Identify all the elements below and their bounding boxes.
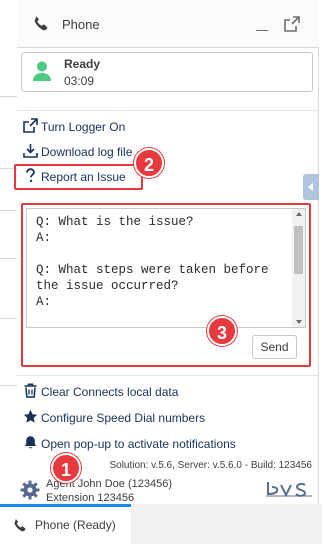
minimize-icon[interactable] <box>254 14 272 34</box>
softphone-panel: Phone Ready 03:09 Turn Logger On Downloa… <box>14 0 319 504</box>
agent-extension: Extension 123456 <box>46 492 135 504</box>
highlight-box-issue-form: Q: What is the issue? A: Q: What steps w… <box>21 203 311 367</box>
annotation-badge-1: 1 <box>51 453 81 483</box>
background-divider <box>0 96 17 97</box>
panel-title: Phone <box>62 17 100 32</box>
bvs-logo <box>266 482 312 498</box>
turn-logger-on-link[interactable]: Turn Logger On <box>23 117 153 137</box>
external-link-icon <box>23 118 38 133</box>
configure-speed-dial-link[interactable]: Configure Speed Dial numbers <box>23 408 213 428</box>
background-divider <box>0 258 17 259</box>
textarea-scrollbar[interactable] <box>292 209 305 327</box>
panel-header: Phone <box>17 0 319 48</box>
collapse-side-tab[interactable] <box>303 174 319 200</box>
highlight-box-report <box>14 164 143 190</box>
utility-tab-phone[interactable]: Phone (Ready) <box>0 504 131 544</box>
gear-icon[interactable] <box>20 480 40 500</box>
phone-icon <box>14 519 26 532</box>
link-label: Clear Connects local data <box>41 385 179 399</box>
background-divider <box>0 318 17 319</box>
divider <box>17 375 319 376</box>
popout-icon[interactable] <box>284 16 300 32</box>
bell-icon <box>24 436 37 449</box>
status-timer: 03:09 <box>64 74 95 88</box>
clear-local-data-link[interactable]: Clear Connects local data <box>23 382 193 402</box>
annotation-badge-3: 3 <box>207 316 237 346</box>
status-state: Ready <box>64 57 101 71</box>
agent-status-card[interactable]: Ready 03:09 <box>21 52 313 92</box>
scroll-down-icon[interactable] <box>296 320 302 324</box>
trash-icon <box>24 383 37 398</box>
background-divider <box>0 385 17 386</box>
link-label: Turn Logger On <box>41 120 126 134</box>
link-label: Download log file <box>41 145 133 159</box>
scroll-thumb[interactable] <box>294 226 303 274</box>
annotation-badge-2: 2 <box>134 148 164 178</box>
utility-tab-label: Phone (Ready) <box>35 518 116 532</box>
issue-text: Q: What is the issue? A: Q: What steps w… <box>36 215 269 309</box>
star-icon <box>23 409 38 423</box>
background-divider <box>0 210 17 211</box>
link-label: Configure Speed Dial numbers <box>41 411 206 425</box>
phone-icon <box>34 16 48 31</box>
activate-notifications-link[interactable]: Open pop-up to activate notifications <box>23 434 248 454</box>
user-avatar-icon <box>33 61 51 81</box>
scroll-up-icon[interactable] <box>296 212 302 216</box>
issue-textarea[interactable]: Q: What is the issue? A: Q: What steps w… <box>26 208 306 328</box>
version-info: Solution: v.5.6, Server: v.5.6.0 - Build… <box>109 460 312 471</box>
divider <box>17 110 319 111</box>
download-icon <box>23 144 38 158</box>
link-label: Open pop-up to activate notifications <box>41 437 236 451</box>
send-button[interactable]: Send <box>252 335 297 359</box>
